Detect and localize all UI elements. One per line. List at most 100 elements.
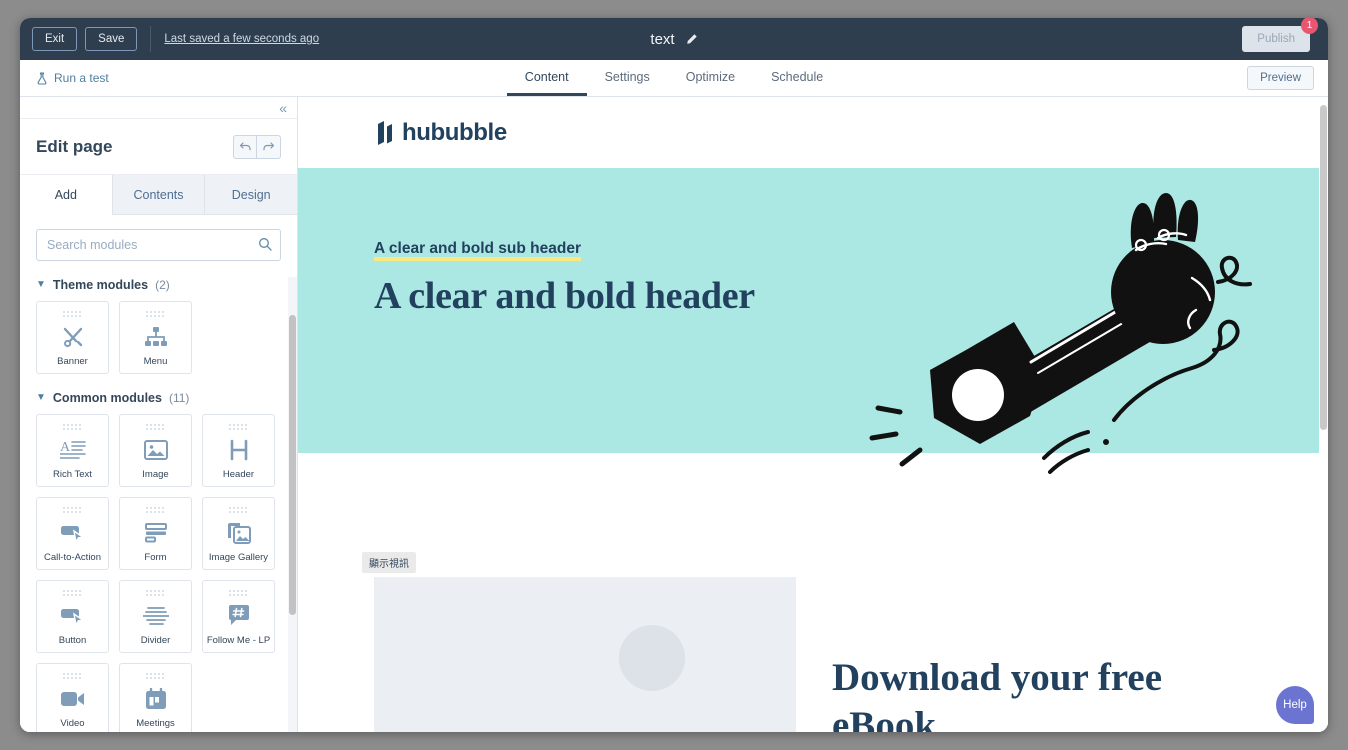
top-toolbar: Exit Save Last saved a few seconds ago t…: [20, 18, 1328, 60]
group-count: (2): [155, 278, 170, 292]
module-label: Follow Me - LP: [206, 634, 271, 646]
sidebar-tab-contents[interactable]: Contents: [111, 175, 205, 215]
save-button[interactable]: Save: [85, 27, 138, 51]
publish-group: Publish 1: [1242, 18, 1318, 52]
drag-handle-icon: [62, 424, 81, 430]
hero-section[interactable]: A clear and bold sub header A clear and …: [298, 168, 1328, 474]
form-icon: [144, 513, 167, 553]
help-button[interactable]: Help: [1276, 686, 1314, 724]
module-label: Header: [222, 468, 255, 480]
drag-handle-icon: [228, 590, 247, 596]
module-card-image[interactable]: Image: [119, 414, 192, 487]
hero-copy: A clear and bold sub header A clear and …: [374, 240, 755, 318]
publish-badge: 1: [1301, 18, 1318, 34]
module-card-image-gallery[interactable]: Image Gallery: [202, 497, 275, 570]
sub-header-underline: [374, 257, 582, 261]
tab-content[interactable]: Content: [506, 60, 587, 96]
cta-cursor-icon: [60, 513, 86, 553]
hero-sub-header-text: A clear and bold sub header: [374, 240, 582, 257]
hububble-logo[interactable]: hububble: [376, 119, 507, 147]
module-card-header[interactable]: Header: [202, 414, 275, 487]
sidebar-collapse-row: «: [20, 97, 297, 119]
image-placeholder-circle: [619, 625, 685, 691]
button-cursor-icon: [60, 596, 86, 636]
module-card-follow-me-lp[interactable]: Follow Me - LP: [202, 580, 275, 653]
exit-button[interactable]: Exit: [32, 27, 78, 51]
publish-button[interactable]: Publish: [1242, 26, 1310, 52]
module-card-video[interactable]: Video: [36, 663, 109, 732]
drag-handle-icon: [62, 673, 81, 679]
sidebar-header: Edit page: [20, 119, 297, 175]
calendar-icon: [145, 679, 167, 719]
image-gallery-icon: [227, 513, 251, 553]
drag-handle-icon: [145, 590, 164, 596]
tab-optimize[interactable]: Optimize: [668, 60, 753, 96]
app-window: Exit Save Last saved a few seconds ago t…: [20, 18, 1328, 732]
drag-handle-icon: [62, 311, 81, 317]
page-preview-canvas: hububble A clear and bold sub header A c…: [298, 97, 1328, 732]
editor-tabs: Content Settings Optimize Schedule: [20, 60, 1328, 96]
group-theme-modules[interactable]: ▼ Theme modules (2): [36, 278, 281, 292]
module-card-menu[interactable]: Menu: [119, 301, 192, 374]
secondary-toolbar: Run a test Content Settings Optimize Sch…: [20, 60, 1328, 97]
search-input[interactable]: [36, 229, 281, 261]
module-card-meetings[interactable]: Meetings: [119, 663, 192, 732]
last-saved-link[interactable]: Last saved a few seconds ago: [164, 33, 319, 45]
module-card-form[interactable]: Form: [119, 497, 192, 570]
undo-redo-group: [233, 134, 281, 159]
chevron-down-icon: ▼: [36, 279, 46, 290]
left-sidebar: « Edit page Add Contents Design Search m…: [20, 97, 298, 732]
group-title: Common modules: [52, 391, 162, 405]
ebook-heading: Download your free eBook: [832, 656, 1163, 732]
redo-icon[interactable]: [257, 134, 281, 159]
drag-handle-icon: [145, 311, 164, 317]
rich-text-icon: A: [59, 430, 86, 470]
page-title: text: [650, 30, 675, 48]
group-common-modules[interactable]: ▼ Common modules (11): [36, 391, 281, 405]
module-label: Image Gallery: [208, 551, 269, 563]
image-placeholder[interactable]: [374, 577, 796, 732]
module-label: Image: [142, 468, 169, 480]
sidebar-scrollbar[interactable]: [289, 315, 296, 615]
svg-text:A: A: [60, 440, 71, 455]
group-count: (11): [168, 391, 190, 405]
hero-sub-header: A clear and bold sub header: [374, 240, 582, 261]
search-icon[interactable]: [258, 237, 272, 251]
sidebar-tab-design[interactable]: Design: [204, 175, 298, 215]
module-card-button[interactable]: Button: [36, 580, 109, 653]
theme-module-grid: Banner Menu: [36, 301, 281, 374]
drag-handle-icon: [145, 507, 164, 513]
hashtag-bubble-icon: [227, 596, 251, 636]
module-card-rich-text[interactable]: A Rich Text: [36, 414, 109, 487]
video-display-badge: 顯示視訊: [362, 552, 416, 573]
tools-icon: [61, 317, 85, 357]
drag-handle-icon: [62, 590, 81, 596]
tab-schedule[interactable]: Schedule: [753, 60, 841, 96]
module-card-divider[interactable]: Divider: [119, 580, 192, 653]
tab-settings[interactable]: Settings: [587, 60, 668, 96]
module-label: Meetings: [136, 717, 175, 729]
image-icon: [143, 430, 168, 470]
undo-icon[interactable]: [233, 134, 257, 159]
sitemap-icon: [144, 317, 168, 357]
search-modules-wrap: [36, 229, 281, 261]
module-card-banner[interactable]: Banner: [36, 301, 109, 374]
drag-handle-icon: [145, 424, 164, 430]
pencil-icon[interactable]: [685, 33, 698, 46]
drag-handle-icon: [228, 507, 247, 513]
module-label: Banner: [57, 355, 88, 367]
video-camera-icon: [60, 679, 86, 719]
module-label: Rich Text: [53, 468, 92, 480]
hand-holding-wrench-illustration: [869, 193, 1252, 474]
module-card-call-to-action[interactable]: Call-to-Action: [36, 497, 109, 570]
toolbar-divider: [150, 26, 152, 52]
chevron-double-left-icon[interactable]: «: [279, 101, 287, 115]
hero-main-header: A clear and bold header: [374, 275, 755, 317]
editor-body: « Edit page Add Contents Design Search m…: [20, 97, 1328, 732]
module-label: Button: [58, 634, 87, 646]
drag-handle-icon: [145, 673, 164, 679]
module-label: Call-to-Action: [43, 551, 102, 563]
logo-mark-icon: [378, 120, 392, 145]
sidebar-tab-add[interactable]: Add: [20, 175, 112, 215]
canvas-scrollbar[interactable]: [1320, 105, 1327, 430]
